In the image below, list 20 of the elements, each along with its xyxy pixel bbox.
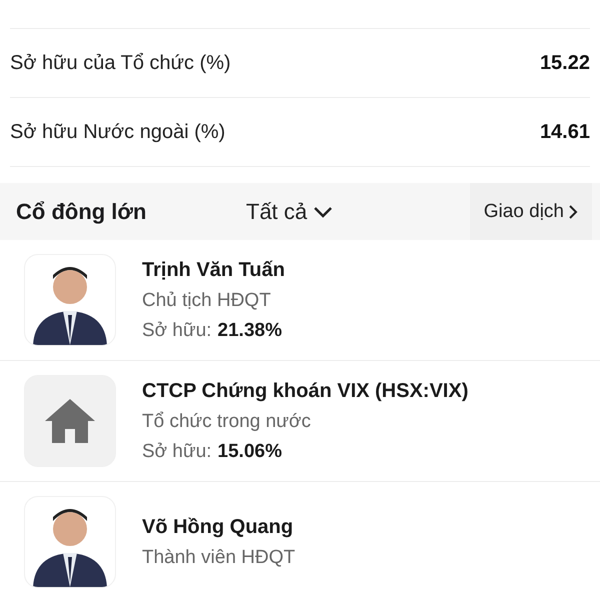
shareholder-role: Chủ tịch HĐQT: [142, 290, 272, 312]
chevron-down-icon: [313, 206, 334, 218]
ownership-label: Sở hữu:: [142, 320, 212, 342]
trades-button[interactable]: Giao dịch: [470, 183, 592, 240]
chevron-right-icon: [568, 204, 578, 220]
row-label: Sở hữu Nước ngoài (%): [10, 120, 226, 144]
row-label: Sở hữu của Tổ chức (%): [10, 52, 231, 74]
row-value: 15.22: [540, 52, 590, 74]
shareholder-name: Trịnh Văn Tuấn: [142, 258, 285, 282]
section-title: Cổ đông lớn: [16, 198, 148, 224]
ownership-label: Sở hữu:: [142, 440, 212, 462]
ownership-value: 21.38%: [218, 320, 282, 342]
shareholder-name: CTCP Chứng khoán VIX (HSX:VIX): [142, 380, 468, 402]
shareholder-role: Tổ chức trong nước: [142, 410, 312, 432]
shareholder-name: Võ Hồng Quang: [142, 516, 294, 538]
ownership-value: 15.06%: [218, 440, 282, 462]
filter-dropdown[interactable]: Tất cả: [246, 198, 470, 224]
row-value: 14.61: [540, 120, 590, 144]
shareholder-role: Thành viên HĐQT: [142, 546, 296, 568]
house-icon: [45, 399, 95, 443]
